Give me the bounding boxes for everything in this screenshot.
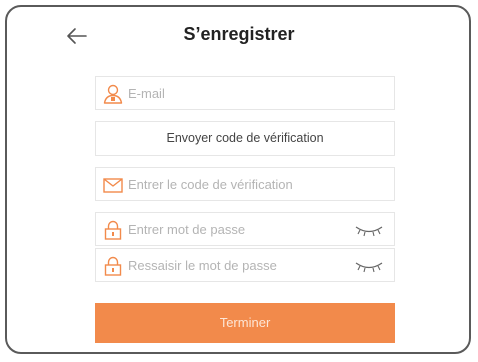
- email-input[interactable]: [128, 77, 348, 109]
- eye-closed-icon[interactable]: [354, 259, 384, 273]
- password-field[interactable]: [95, 212, 395, 246]
- submit-button[interactable]: Terminer: [95, 303, 395, 343]
- password-input[interactable]: [128, 213, 348, 245]
- lock-icon: [104, 256, 122, 276]
- verification-code-input[interactable]: [128, 168, 348, 200]
- page-title: S’enregistrer: [183, 24, 295, 44]
- confirm-password-input[interactable]: [128, 249, 348, 281]
- envelope-icon: [103, 178, 123, 193]
- verification-code-field[interactable]: [95, 167, 395, 201]
- send-code-button[interactable]: Envoyer code de vérification: [95, 121, 395, 156]
- lock-icon: [104, 220, 122, 240]
- eye-closed-icon[interactable]: [354, 223, 384, 237]
- email-field[interactable]: [95, 76, 395, 110]
- confirm-password-field[interactable]: [95, 248, 395, 282]
- user-icon: [103, 84, 123, 104]
